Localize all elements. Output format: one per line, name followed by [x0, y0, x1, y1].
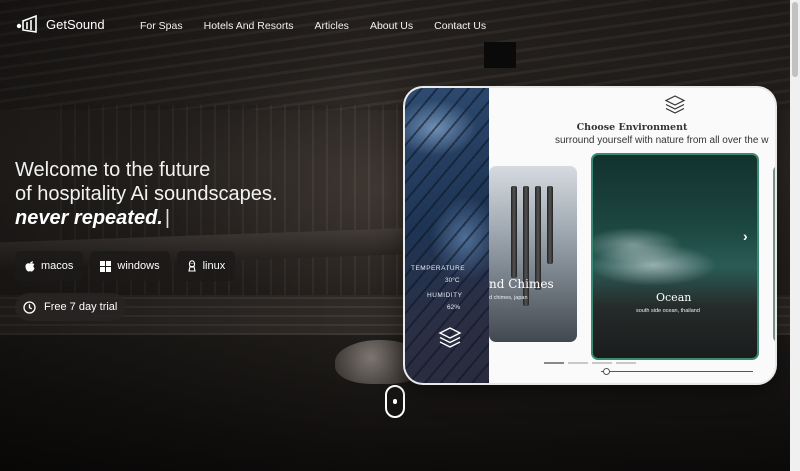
- download-linux-button[interactable]: linux: [176, 251, 236, 281]
- typing-cursor: |: [164, 207, 171, 229]
- nav-link-hotels-and-resorts[interactable]: Hotels And Resorts: [204, 20, 294, 32]
- card-chimes-subtitle: d chimes, japan: [489, 295, 528, 301]
- environment-card-next[interactable]: [773, 166, 775, 342]
- free-trial-label: Free 7 day trial: [44, 301, 118, 313]
- nav-link-about-us[interactable]: About Us: [370, 20, 413, 32]
- temperature-value: 30°C: [445, 277, 460, 284]
- chevron-right-icon[interactable]: ›: [743, 228, 748, 244]
- humidity-label: HUMIDITY: [427, 292, 463, 299]
- nav-link-contact-us[interactable]: Contact Us: [434, 20, 486, 32]
- pagination-dot[interactable]: [616, 362, 636, 364]
- logo-icon: [16, 14, 37, 33]
- scroll-down-indicator[interactable]: [385, 385, 405, 418]
- environment-card-chimes[interactable]: nd Chimes d chimes, japan: [489, 166, 577, 342]
- carousel-pagination: [544, 362, 636, 364]
- nav-link-articles[interactable]: Articles: [315, 20, 349, 32]
- scroll-dot: [393, 399, 397, 404]
- clock-icon: [23, 300, 36, 314]
- card-ocean-subtitle: south side ocean, thailand: [636, 308, 700, 314]
- environment-card-ocean[interactable]: Ocean south side ocean, thailand: [591, 153, 759, 360]
- card-chimes-title: nd Chimes: [489, 277, 554, 291]
- free-trial-button[interactable]: Free 7 day trial: [15, 293, 127, 321]
- volume-slider-handle[interactable]: [603, 368, 610, 375]
- scrollbar-thumb[interactable]: [792, 2, 798, 77]
- card-ocean-title: Ocean: [656, 291, 692, 304]
- choose-environment-title: Choose Environment: [576, 122, 688, 133]
- environment-picker: Choose Environment surround yourself wit…: [489, 88, 775, 383]
- hero-emphasis-text: never repeated.: [15, 207, 163, 229]
- layers-icon: [438, 327, 462, 348]
- apple-icon: [25, 261, 35, 272]
- humidity-value: 62%: [447, 304, 461, 311]
- download-windows-label: windows: [117, 260, 160, 272]
- hero-heading: Welcome to the future of hospitality Ai …: [15, 158, 277, 230]
- page-scrollbar[interactable]: [790, 0, 800, 471]
- sauna-status-panel: TEMPERATURE 30°C HUMIDITY 62%: [405, 88, 489, 383]
- download-macos-button[interactable]: macos: [15, 251, 84, 281]
- linux-icon: [187, 260, 196, 272]
- download-macos-label: macos: [41, 260, 74, 272]
- hero-emphasis: never repeated. |: [15, 206, 277, 230]
- download-buttons: macos windows linux: [15, 251, 236, 281]
- brand-name: GetSound: [46, 16, 105, 32]
- layers-icon: [664, 95, 686, 114]
- navbar: GetSound For Spas Hotels And Resorts Art…: [0, 0, 800, 50]
- pagination-dot[interactable]: [544, 362, 564, 364]
- hero-line-1: Welcome to the future: [15, 159, 211, 181]
- pagination-dot[interactable]: [568, 362, 588, 364]
- app-preview-tablet: TEMPERATURE 30°C HUMIDITY 62% Choose Env…: [405, 88, 775, 383]
- temperature-label: TEMPERATURE: [411, 265, 466, 272]
- nav-link-for-spas[interactable]: For Spas: [140, 20, 183, 32]
- hero-line-2: of hospitality Ai soundscapes.: [15, 183, 278, 205]
- choose-environment-subtitle: surround yourself with nature from all o…: [555, 135, 769, 146]
- download-windows-button[interactable]: windows: [90, 251, 170, 281]
- brand-logo[interactable]: GetSound: [16, 13, 105, 35]
- windows-icon: [100, 260, 112, 272]
- download-linux-label: linux: [202, 260, 226, 272]
- volume-slider-track[interactable]: [601, 371, 753, 372]
- pagination-dot[interactable]: [592, 362, 612, 364]
